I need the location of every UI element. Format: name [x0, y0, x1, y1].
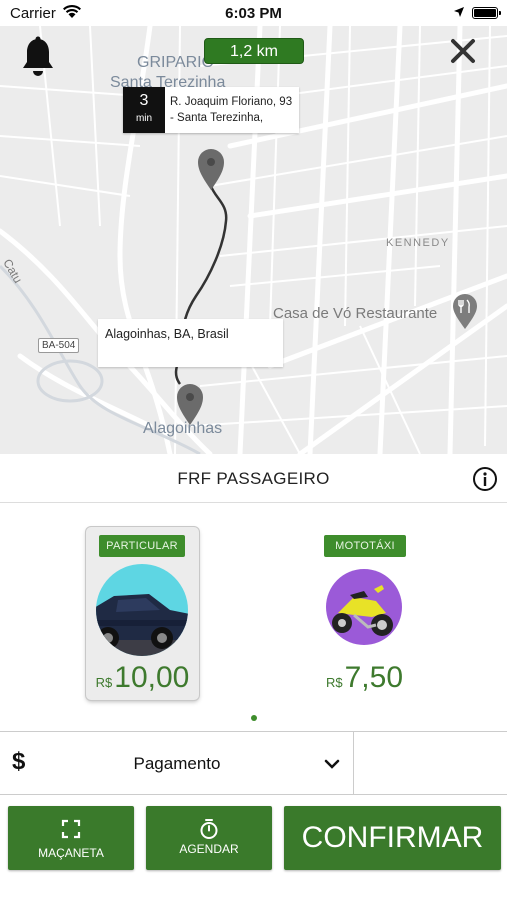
agendar-label: AGENDAR [179, 842, 239, 856]
distance-badge: 1,2 km [204, 38, 304, 64]
currency-symbol: R$ [325, 675, 343, 690]
confirm-label: CONFIRMAR [301, 821, 484, 854]
confirm-button[interactable]: CONFIRMAR [284, 806, 501, 870]
option-tag: MOTOTÁXI [324, 535, 406, 557]
service-title: FRF PASSAGEIRO [177, 469, 330, 488]
eta-minutes: 3 [139, 92, 149, 109]
stopwatch-icon [200, 819, 218, 839]
price-value: 10,00 [114, 661, 190, 694]
battery-icon [472, 7, 501, 19]
page-indicator-dot [251, 715, 257, 721]
currency-symbol: R$ [95, 675, 113, 690]
eta-callout: 3 min R. Joaquim Floriano, 93 - Santa Te… [123, 87, 299, 133]
eta-badge: 3 min [123, 87, 165, 133]
vehicle-options: PARTICULAR R$10,00 MOTOTÁXI R$7,50 [0, 503, 507, 731]
map-label-gripario: GRIPARIO [137, 54, 215, 71]
destination-pin-icon[interactable] [175, 382, 205, 426]
expand-icon [61, 819, 81, 839]
map-label-kennedy: KENNEDY [386, 237, 450, 249]
option-particular[interactable]: PARTICULAR R$10,00 [86, 527, 199, 700]
map-view[interactable]: GRIPARIO Santa Terezinha KENNEDY Casa de… [0, 26, 507, 454]
payment-extra-field[interactable] [355, 732, 507, 794]
payment-dropdown[interactable]: $ Pagamento [0, 732, 354, 794]
destination-callout: Alagoinhas, BA, Brasil [98, 319, 283, 367]
option-mototaxi[interactable]: MOTOTÁXI R$7,50 [308, 527, 421, 700]
status-bar: Carrier 6:03 PM [0, 0, 507, 26]
chevron-down-icon [324, 759, 340, 769]
price-value: 7,50 [344, 661, 403, 694]
close-icon[interactable] [448, 36, 478, 66]
eta-unit: min [135, 113, 153, 124]
location-arrow-icon [454, 7, 464, 17]
service-header: FRF PASSAGEIRO [0, 455, 507, 503]
bell-icon[interactable] [20, 36, 56, 78]
option-tag: PARTICULAR [99, 535, 185, 557]
origin-address: R. Joaquim Floriano, 93 - Santa Terezinh… [170, 96, 293, 124]
map-label-restaurant: Casa de Vó Restaurante [273, 305, 438, 322]
motorcycle-icon [326, 569, 402, 645]
macaneta-button[interactable]: MAÇANETA [8, 806, 134, 870]
road-shield: BA-504 [38, 338, 80, 353]
restaurant-pin-icon[interactable] [452, 294, 478, 330]
origin-pin-icon[interactable] [196, 147, 226, 191]
info-icon[interactable] [472, 466, 498, 492]
payment-row: $ Pagamento [0, 731, 507, 795]
agendar-button[interactable]: AGENDAR [146, 806, 272, 870]
car-icon [96, 564, 188, 656]
option-price: R$7,50 [308, 661, 421, 695]
option-price: R$10,00 [86, 661, 199, 695]
macaneta-label: MAÇANETA [38, 846, 104, 860]
clock: 6:03 PM [225, 5, 282, 22]
payment-label: Pagamento [133, 754, 221, 773]
